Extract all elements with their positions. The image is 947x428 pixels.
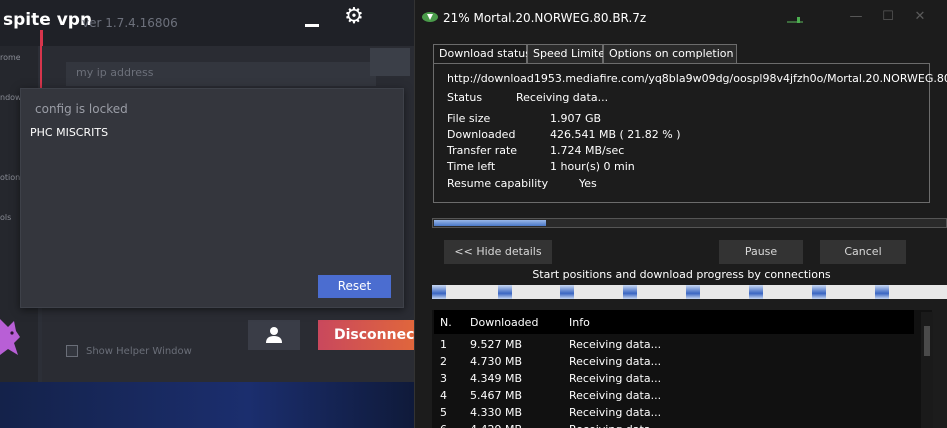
file-size-value: 1.907 GB: [550, 112, 602, 125]
desktop-background: [0, 382, 414, 428]
header-n[interactable]: N.: [440, 316, 452, 329]
status-value: Receiving data...: [516, 91, 609, 104]
connection-downloaded: 4.730 MB: [470, 355, 523, 368]
table-row[interactable]: 6 4.429 MB Receiving data...: [434, 421, 914, 428]
close-icon[interactable]: ✕: [905, 6, 935, 28]
connection-segment: [686, 285, 700, 299]
pause-button[interactable]: Pause: [719, 240, 803, 264]
connection-info: Receiving data...: [569, 406, 662, 419]
download-url: http://download1953.mediafire.com/yq8bla…: [447, 72, 947, 85]
vpn-app-title: spite vpn: [3, 10, 93, 30]
hide-details-button[interactable]: << Hide details: [444, 240, 552, 264]
sidebar-item-windows[interactable]: ndows: [0, 93, 20, 102]
sidebar-item-home[interactable]: rome: [0, 53, 20, 62]
tab-speed-limiter[interactable]: Speed Limiter: [527, 44, 610, 64]
connection-info: Receiving data...: [569, 338, 662, 351]
connection-number: 2: [440, 355, 447, 368]
time-left-value: 1 hour(s) 0 min: [550, 160, 635, 173]
vpn-titlebar: spite vpn ver 1.7.4.16806 ⚙: [0, 0, 414, 46]
connections-table-header: N. Downloaded Info: [434, 310, 914, 334]
lock-dialog-text: PHC MISCRITS: [30, 126, 109, 139]
connection-downloaded: 4.429 MB: [470, 423, 522, 428]
connection-info: Receiving data...: [569, 423, 661, 428]
connection-segment: [432, 285, 446, 299]
resume-capability-label: Resume capability: [447, 177, 549, 190]
download-app-icon: [422, 12, 438, 22]
downloaded-label: Downloaded: [447, 128, 516, 141]
status-label: Status: [447, 91, 483, 104]
reset-button[interactable]: Reset: [318, 275, 391, 298]
connection-number: 3: [440, 372, 447, 385]
table-row[interactable]: 2 4.730 MB Receiving data...: [434, 353, 914, 370]
transfer-rate-label: Transfer rate: [447, 144, 518, 157]
connection-segment: [623, 285, 637, 299]
show-helper-label: Show Helper Window: [86, 346, 192, 357]
connections-caption: Start positions and download progress by…: [532, 268, 831, 281]
ip-action-button[interactable]: [370, 48, 410, 76]
tab-download-status[interactable]: Download status: [433, 44, 531, 64]
download-status-panel: http://download1953.mediafire.com/yq8bla…: [433, 63, 947, 203]
disconnect-button[interactable]: Disconnect: [318, 320, 414, 350]
download-window-title: 21% Mortal.20.NORWEG.80.BR.7z: [443, 11, 647, 25]
minimize-icon[interactable]: [305, 24, 319, 27]
sidebar-item-promotion[interactable]: otion: [0, 173, 20, 182]
header-info[interactable]: Info: [569, 316, 590, 329]
tab-options-on-completion[interactable]: Options on completion: [603, 44, 737, 64]
resume-capability-value: Yes: [579, 177, 597, 190]
connection-segment: [498, 285, 512, 299]
connection-info: Receiving data...: [569, 355, 662, 368]
connection-info: Receiving data...: [569, 372, 662, 385]
scrollbar-thumb[interactable]: [924, 326, 930, 356]
ip-address-field: my ip address: [66, 62, 376, 86]
download-titlebar: 21% Mortal.20.NORWEG.80.BR.7z — ☐ ✕: [415, 0, 947, 36]
cancel-button[interactable]: Cancel: [820, 240, 906, 264]
connection-downloaded: 9.527 MB: [470, 338, 523, 351]
connection-segment: [812, 285, 826, 299]
maximize-icon[interactable]: ☐: [873, 6, 903, 28]
connection-downloaded: 4.330 MB: [470, 406, 523, 419]
connection-segment: [875, 285, 889, 299]
header-downloaded[interactable]: Downloaded: [470, 316, 538, 329]
config-locked-dialog: config is locked PHC MISCRITS Reset: [20, 88, 404, 308]
minimize-icon[interactable]: —: [841, 6, 871, 28]
table-row[interactable]: 3 4.349 MB Receiving data...: [434, 370, 914, 387]
tray-icon: [787, 17, 803, 23]
sidebar-item-tools[interactable]: ols: [0, 213, 20, 222]
connection-segment: [560, 285, 574, 299]
user-account-button[interactable]: [248, 320, 300, 350]
connections-table: N. Downloaded Info 1 9.527 MB Receiving da…: [432, 310, 932, 428]
connection-number: 5: [440, 406, 447, 419]
table-row[interactable]: 4 5.467 MB Receiving data...: [434, 387, 914, 404]
transfer-rate-value: 1.724 MB/sec: [550, 144, 625, 157]
connection-number: 4: [440, 389, 447, 402]
connection-downloaded: 4.349 MB: [470, 372, 523, 385]
connections-progress-bar: [432, 285, 947, 299]
download-progress-bar: [432, 218, 947, 228]
download-progress-fill: [434, 220, 546, 226]
time-left-label: Time left: [447, 160, 496, 173]
connection-segment: [749, 285, 763, 299]
table-row[interactable]: 5 4.330 MB Receiving data...: [434, 404, 914, 421]
download-window: 21% Mortal.20.NORWEG.80.BR.7z — ☐ ✕ Down…: [414, 0, 947, 428]
connection-downloaded: 5.467 MB: [470, 389, 523, 402]
vpn-version: ver 1.7.4.16806: [82, 16, 178, 30]
table-scrollbar[interactable]: [921, 312, 933, 428]
vpn-window: spite vpn ver 1.7.4.16806 ⚙ rome ndows o…: [0, 0, 414, 428]
user-icon: [266, 327, 282, 343]
connection-number: 1: [440, 338, 447, 351]
downloaded-value: 426.541 MB ( 21.82 % ): [550, 128, 681, 141]
connection-info: Receiving data...: [569, 389, 662, 402]
mascot-icon: [0, 319, 20, 355]
lock-dialog-title: config is locked: [35, 102, 128, 116]
connection-number: 6: [440, 423, 447, 428]
show-helper-checkbox[interactable]: [66, 345, 78, 357]
table-row[interactable]: 1 9.527 MB Receiving data...: [434, 336, 914, 353]
file-size-label: File size: [447, 112, 491, 125]
gear-icon[interactable]: ⚙: [340, 3, 368, 31]
